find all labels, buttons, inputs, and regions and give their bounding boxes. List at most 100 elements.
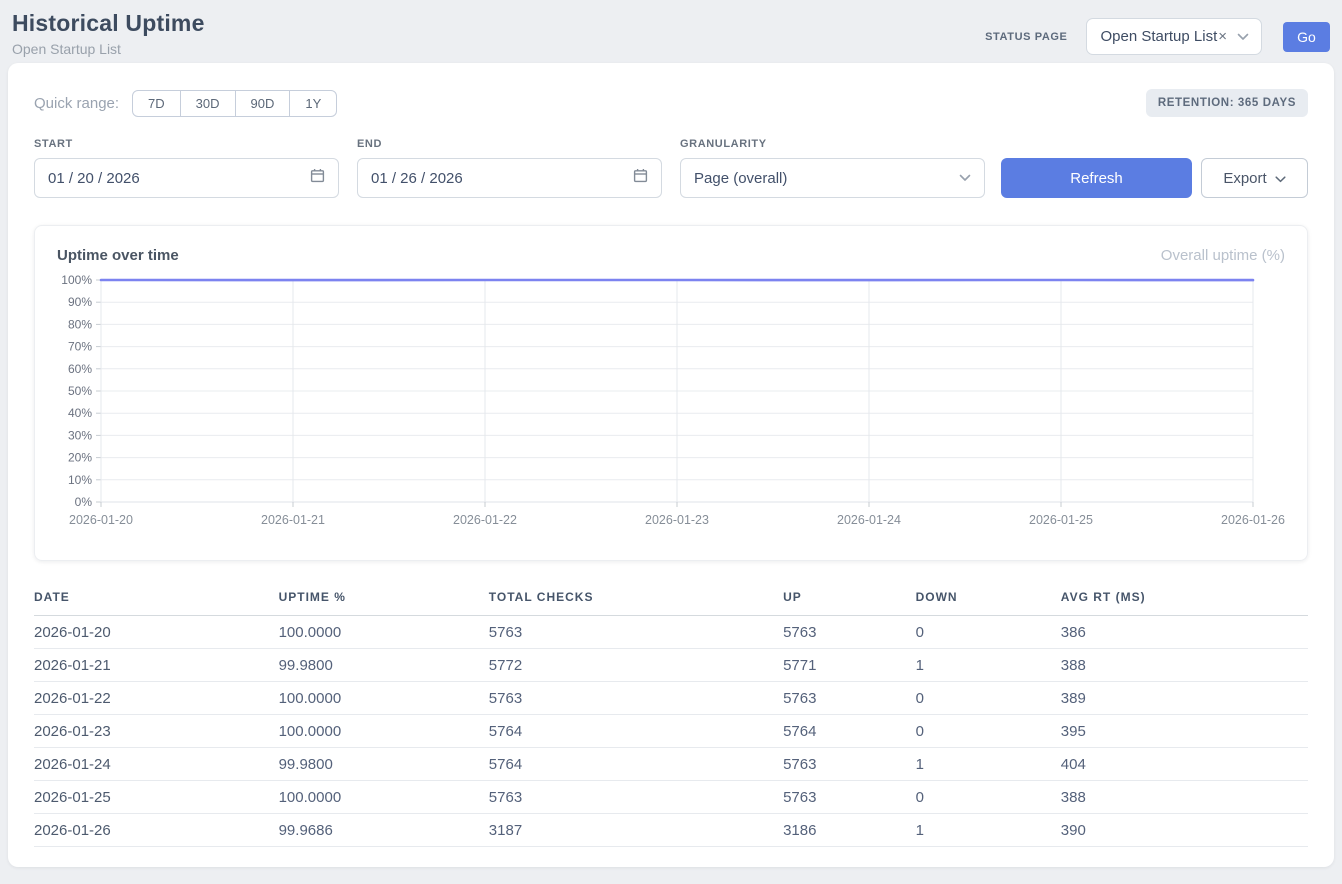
uptime-table-body: 2026-01-20100.00005763576303862026-01-21… <box>34 616 1308 847</box>
chart-title: Uptime over time <box>57 247 179 264</box>
svg-text:80%: 80% <box>68 317 92 331</box>
quick-range-button-90d[interactable]: 90D <box>235 90 291 117</box>
header-titles: Historical Uptime Open Startup List <box>12 10 205 57</box>
quick-range-group: 7D30D90D1Y <box>132 90 337 117</box>
cell-uptime-pct: 100.0000 <box>279 781 489 814</box>
cell-uptime-pct: 100.0000 <box>279 616 489 649</box>
cell-avg-rt: 386 <box>1061 616 1308 649</box>
cell-total-checks: 5763 <box>489 616 783 649</box>
chart-legend: Overall uptime (%) <box>1161 247 1285 264</box>
quick-range-left: Quick range: 7D30D90D1Y <box>34 90 337 117</box>
go-button[interactable]: Go <box>1283 22 1330 52</box>
svg-text:50%: 50% <box>68 384 92 398</box>
cell-avg-rt: 388 <box>1061 649 1308 682</box>
cell-total-checks: 5763 <box>489 781 783 814</box>
cell-down: 1 <box>916 814 1061 847</box>
table-row: 2026-01-23100.0000576457640395 <box>34 715 1308 748</box>
end-date-input[interactable]: 01 / 26 / 2026 <box>357 158 662 198</box>
page-subtitle: Open Startup List <box>12 41 205 57</box>
svg-text:2026-01-26: 2026-01-26 <box>1221 513 1285 527</box>
start-date-input[interactable]: 01 / 20 / 2026 <box>34 158 339 198</box>
svg-text:60%: 60% <box>68 362 92 376</box>
quick-range-row: Quick range: 7D30D90D1Y RETENTION: 365 D… <box>34 89 1308 117</box>
svg-text:2026-01-21: 2026-01-21 <box>261 513 325 527</box>
chevron-down-icon <box>1275 170 1286 187</box>
cell-up: 5763 <box>783 616 915 649</box>
cell-down: 0 <box>916 682 1061 715</box>
filter-form-row: START 01 / 20 / 2026 END 01 / 26 / 2026 … <box>34 138 1308 198</box>
cell-down: 0 <box>916 781 1061 814</box>
uptime-chart: 0%10%20%30%40%50%60%70%80%90%100%2026-01… <box>57 273 1285 531</box>
cell-uptime-pct: 100.0000 <box>279 682 489 715</box>
status-page-selected-value: Open Startup List <box>1101 28 1218 45</box>
status-page-select[interactable]: Open Startup List × <box>1086 18 1263 55</box>
quick-range-button-7d[interactable]: 7D <box>132 90 181 117</box>
export-button[interactable]: Export <box>1201 158 1308 198</box>
column-header-uptime-pct: UPTIME % <box>279 584 489 616</box>
svg-text:2026-01-22: 2026-01-22 <box>453 513 517 527</box>
table-row: 2026-01-20100.0000576357630386 <box>34 616 1308 649</box>
cell-date: 2026-01-22 <box>34 682 279 715</box>
cell-date: 2026-01-23 <box>34 715 279 748</box>
svg-text:10%: 10% <box>68 473 92 487</box>
quick-range-button-1y[interactable]: 1Y <box>289 90 337 117</box>
chart-area: 0%10%20%30%40%50%60%70%80%90%100%2026-01… <box>57 273 1285 536</box>
granularity-select[interactable]: Page (overall) <box>680 158 985 198</box>
svg-text:90%: 90% <box>68 295 92 309</box>
main-card: Quick range: 7D30D90D1Y RETENTION: 365 D… <box>8 63 1334 867</box>
retention-badge: RETENTION: 365 DAYS <box>1146 89 1308 117</box>
page-title: Historical Uptime <box>12 10 205 37</box>
quick-range-label: Quick range: <box>34 95 119 112</box>
svg-text:2026-01-25: 2026-01-25 <box>1029 513 1093 527</box>
refresh-button[interactable]: Refresh <box>1001 158 1192 198</box>
cell-total-checks: 5772 <box>489 649 783 682</box>
cell-avg-rt: 390 <box>1061 814 1308 847</box>
svg-text:0%: 0% <box>75 495 93 509</box>
cell-total-checks: 5764 <box>489 748 783 781</box>
granularity-label: GRANULARITY <box>680 138 985 150</box>
column-header-down: DOWN <box>916 584 1061 616</box>
table-header-row: DATEUPTIME %TOTAL CHECKSUPDOWNAVG RT (MS… <box>34 584 1308 616</box>
page-header: Historical Uptime Open Startup List STAT… <box>0 0 1342 57</box>
column-header-total-checks: TOTAL CHECKS <box>489 584 783 616</box>
cell-up: 3186 <box>783 814 915 847</box>
chart-header: Uptime over time Overall uptime (%) <box>57 247 1285 264</box>
start-date-label: START <box>34 138 339 150</box>
column-header-avg-rt: AVG RT (MS) <box>1061 584 1308 616</box>
cell-total-checks: 5763 <box>489 682 783 715</box>
cell-date: 2026-01-24 <box>34 748 279 781</box>
svg-text:2026-01-23: 2026-01-23 <box>645 513 709 527</box>
calendar-icon[interactable] <box>310 168 325 188</box>
cell-down: 1 <box>916 748 1061 781</box>
cell-up: 5763 <box>783 748 915 781</box>
cell-avg-rt: 404 <box>1061 748 1308 781</box>
status-page-label: STATUS PAGE <box>985 31 1067 43</box>
svg-text:30%: 30% <box>68 428 92 442</box>
end-date-field: END 01 / 26 / 2026 <box>357 138 662 198</box>
svg-text:2026-01-20: 2026-01-20 <box>69 513 133 527</box>
granularity-selected-value: Page (overall) <box>694 170 787 187</box>
calendar-icon[interactable] <box>633 168 648 188</box>
cell-date: 2026-01-26 <box>34 814 279 847</box>
cell-up: 5771 <box>783 649 915 682</box>
chevron-down-icon <box>1237 33 1249 41</box>
uptime-chart-card: Uptime over time Overall uptime (%) 0% 10… <box>34 225 1308 561</box>
end-date-value: 01 / 26 / 2026 <box>371 170 463 187</box>
cell-total-checks: 3187 <box>489 814 783 847</box>
column-header-date: DATE <box>34 584 279 616</box>
svg-text:20%: 20% <box>68 451 92 465</box>
quick-range-button-30d[interactable]: 30D <box>180 90 236 117</box>
cell-uptime-pct: 99.9800 <box>279 649 489 682</box>
clear-selection-icon[interactable]: × <box>1218 28 1227 45</box>
svg-text:100%: 100% <box>61 273 92 287</box>
cell-down: 1 <box>916 649 1061 682</box>
cell-date: 2026-01-20 <box>34 616 279 649</box>
cell-date: 2026-01-25 <box>34 781 279 814</box>
uptime-table: DATEUPTIME %TOTAL CHECKSUPDOWNAVG RT (MS… <box>34 584 1308 847</box>
status-page-controls: STATUS PAGE Open Startup List × Go <box>985 18 1330 55</box>
cell-up: 5763 <box>783 781 915 814</box>
chevron-down-icon <box>959 169 971 187</box>
cell-uptime-pct: 99.9686 <box>279 814 489 847</box>
start-date-value: 01 / 20 / 2026 <box>48 170 140 187</box>
cell-date: 2026-01-21 <box>34 649 279 682</box>
